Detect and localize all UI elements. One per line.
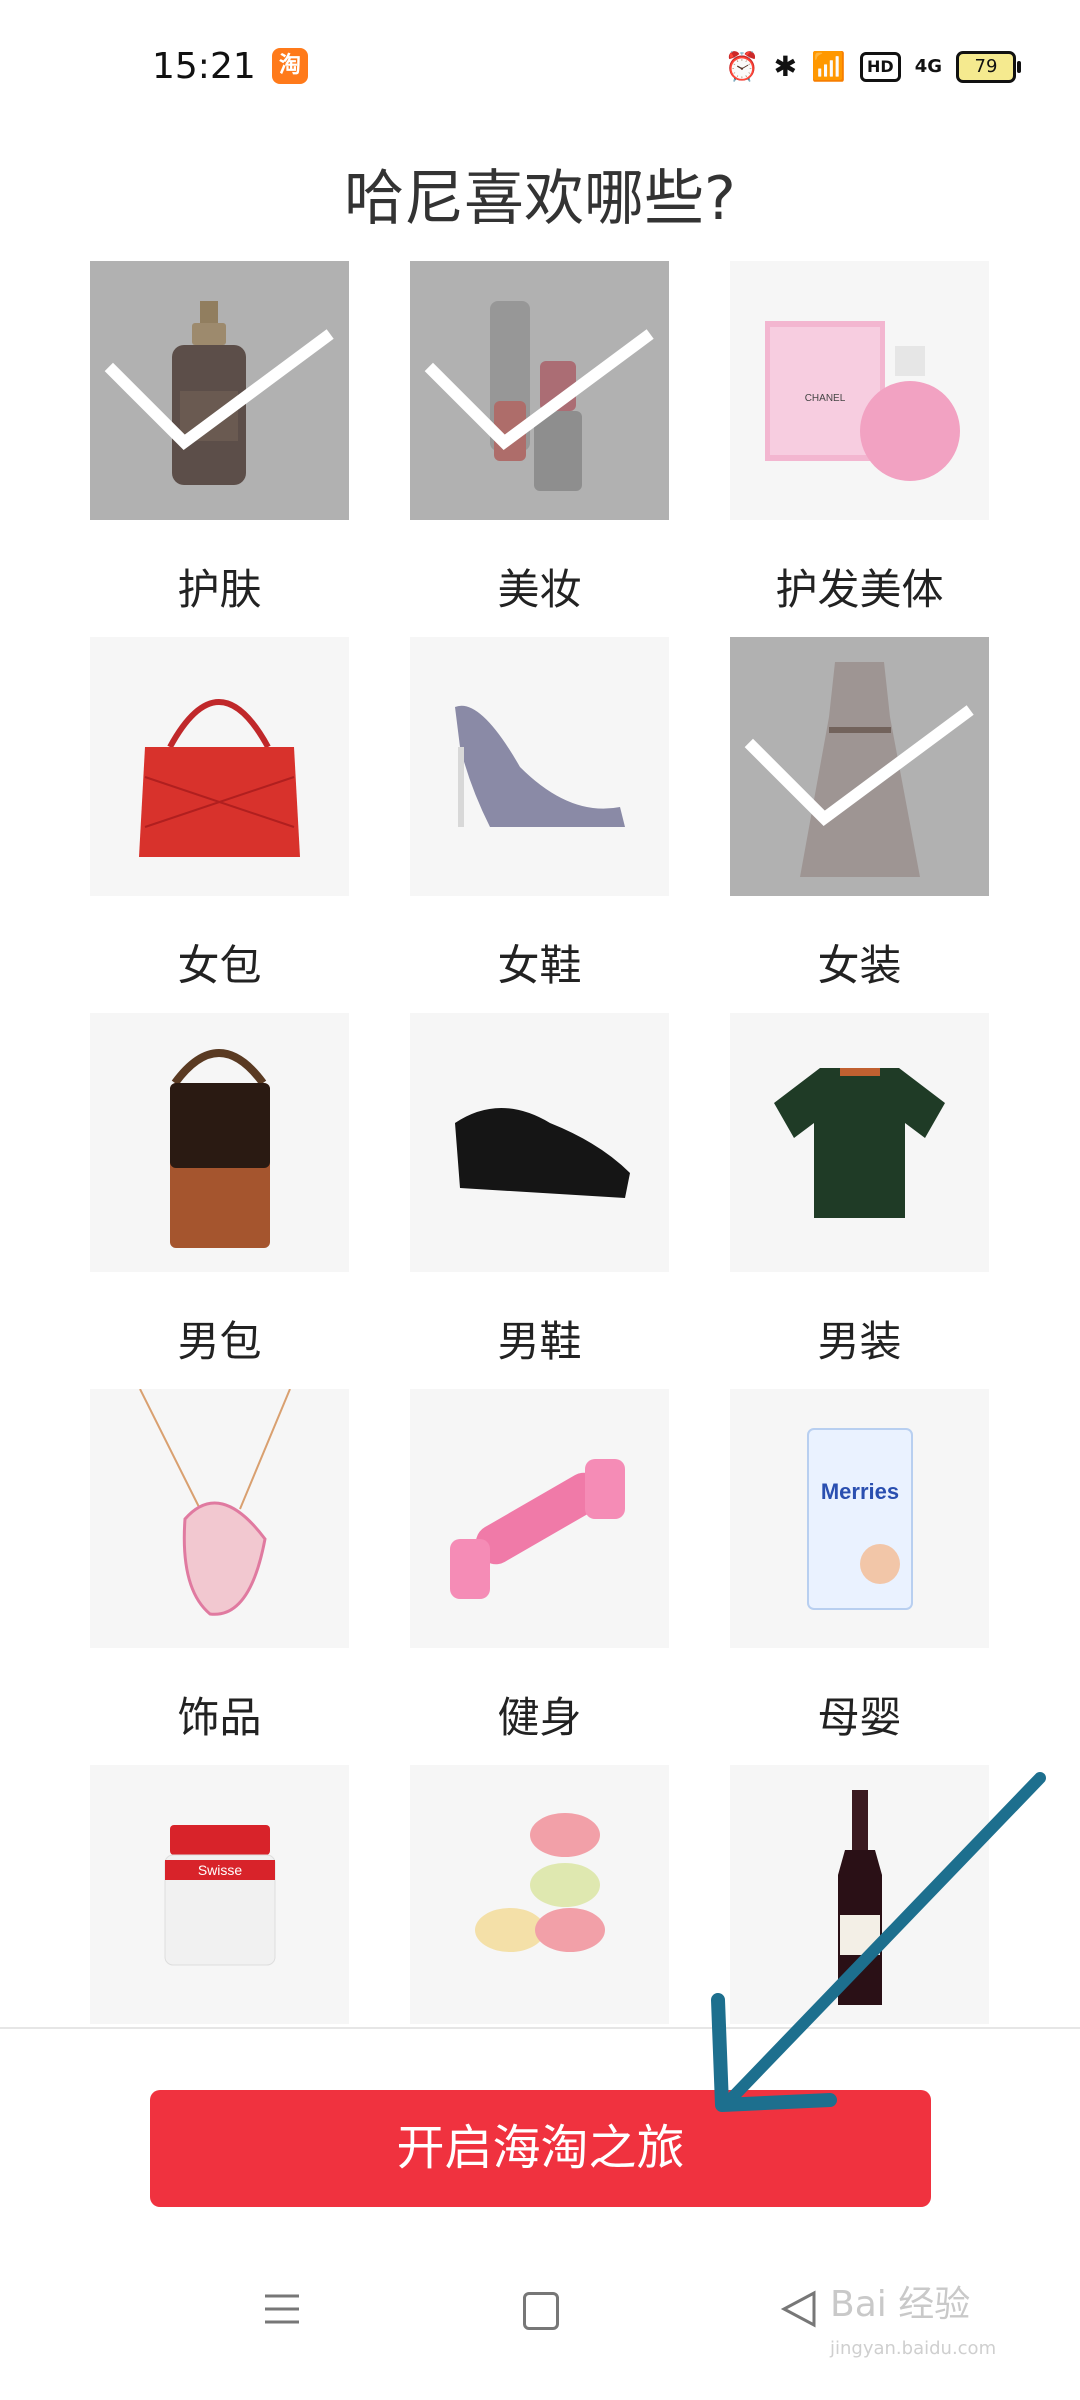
svg-text:Swisse: Swisse [198,1862,243,1878]
mens-shoe-icon [455,1108,630,1198]
diaper-pack-icon: Merries [807,1428,913,1610]
category-skincare[interactable]: 护肤 [90,261,349,614]
checkmark-icon [104,329,334,451]
category-food[interactable] [410,1765,669,2024]
tile-image [410,261,669,520]
category-womens-clothing[interactable]: 女装 [730,637,989,990]
checkmark-icon [424,329,654,451]
category-mens-shoes[interactable]: 男鞋 [410,1013,669,1366]
macarons-icon [475,1813,605,1952]
category-label: 女包 [177,941,262,990]
tile-image: Merries [730,1389,989,1648]
category-label: 护肤 [177,565,262,614]
start-shopping-button[interactable]: 开启海淘之旅 [150,2090,931,2207]
baidu-watermark: Bai 经验 [830,2284,971,2325]
tile-image [90,261,349,520]
category-label: 女鞋 [497,941,582,990]
dumbbell-icon [450,1459,625,1599]
wine-bottle-icon [838,1790,882,2005]
category-label: 健身 [497,1693,582,1742]
back-icon[interactable] [780,2290,818,2328]
category-label: 饰品 [177,1693,262,1742]
category-mother-baby[interactable]: Merries 母婴 [730,1389,989,1742]
category-accessories[interactable]: 饰品 [90,1389,349,1742]
tile-image [730,637,989,896]
watermark-url: jingyan.baidu.com [830,2338,997,2359]
tile-image [410,637,669,896]
category-supplements[interactable]: Swisse [90,1765,349,2024]
tile-image [90,637,349,896]
category-mens-bags[interactable]: 男包 [90,1013,349,1366]
category-label: 母婴 [817,1693,902,1742]
category-label: 男鞋 [497,1317,582,1366]
checkmark-icon [744,705,974,827]
menu-icon[interactable] [263,2290,301,2328]
category-haircare-body[interactable]: CHANEL 护发美体 [730,261,989,614]
tile-image [730,1765,989,2024]
category-label: 美妆 [497,565,582,614]
polo-shirt-icon [774,1068,945,1218]
supplement-jar-icon: Swisse [164,1825,276,1966]
high-heel-icon [455,705,625,827]
tile-image [410,1013,669,1272]
tile-image [410,1389,669,1648]
category-womens-shoes[interactable]: 女鞋 [410,637,669,990]
tile-image [730,1013,989,1272]
tile-image [90,1013,349,1272]
category-label: 男装 [817,1317,902,1366]
category-label: 护发美体 [775,565,944,614]
mens-bag-icon [170,1049,270,1248]
tile-image: CHANEL [730,261,989,520]
svg-text:CHANEL: CHANEL [805,393,846,404]
category-grid: 护肤 美妆 CHANEL 护发美体 女包 女鞋 女装 男包 男鞋 男装 饰品 健… [0,0,1080,2027]
tile-image [90,1389,349,1648]
necklace-icon [139,1389,291,1616]
tile-image: Swisse [90,1765,349,2024]
handbag-icon [139,699,300,857]
category-label: 女装 [817,941,902,990]
home-icon[interactable] [523,2292,559,2330]
category-makeup[interactable]: 美妆 [410,261,669,614]
category-mens-clothing[interactable]: 男装 [730,1013,989,1366]
category-fitness[interactable]: 健身 [410,1389,669,1742]
tile-image [410,1765,669,2024]
category-label: 男包 [177,1317,262,1366]
svg-text:Merries: Merries [821,1479,899,1504]
category-womens-bags[interactable]: 女包 [90,637,349,990]
category-wine[interactable] [730,1765,989,2024]
perfume-icon: CHANEL [765,321,960,481]
